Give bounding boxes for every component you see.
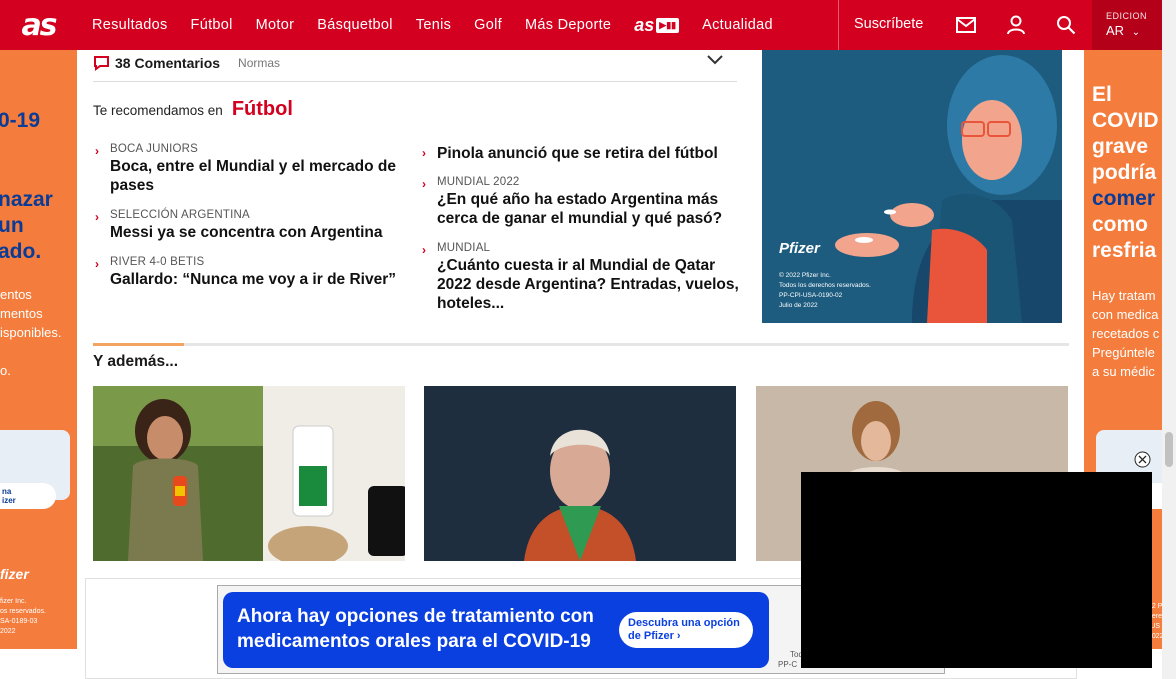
- edition-label: EDICION: [1106, 11, 1148, 21]
- mail-icon[interactable]: [955, 14, 977, 36]
- edition-value: AR ⌄: [1106, 23, 1141, 38]
- nav-motor[interactable]: Motor: [256, 17, 295, 33]
- recommend-heading: Te recomendamos en Fútbol: [93, 98, 293, 121]
- left-ad-text-3: isponibles.: [0, 325, 62, 340]
- left-ad-text-5: o.: [0, 363, 11, 378]
- pfizer-logo: Pfizer: [779, 240, 820, 257]
- left-ad-text-2: mentos: [0, 306, 43, 321]
- chevron-down-icon[interactable]: [707, 55, 723, 65]
- left-ad-headline-6: ado.: [0, 240, 42, 263]
- left-ad-headline-1: 0-19: [0, 109, 41, 132]
- scrollbar-thumb[interactable]: [1165, 432, 1173, 467]
- recommend-kicker: MUNDIAL: [437, 242, 491, 254]
- right-ad-head-3: grave: [1092, 135, 1149, 158]
- page: as Resultados Fútbol Motor Básquetbol Te…: [0, 0, 1176, 679]
- ad-legal-text: © 2022 Pfizer Inc. Todos los derechos re…: [779, 272, 871, 309]
- right-ad-text-2: con medica: [1092, 307, 1159, 322]
- recommend-list-right: › Pinola anunció que se retira del fútbo…: [420, 144, 740, 326]
- nav-basquetbol[interactable]: Básquetbol: [317, 17, 393, 33]
- top-navigation-bar: as Resultados Fútbol Motor Básquetbol Te…: [0, 0, 1162, 50]
- bottom-banner-ad[interactable]: Ahora hay opciones de tratamiento con me…: [223, 592, 769, 668]
- recommend-label: Te recomendamos en: [93, 103, 223, 118]
- right-ad-text-5: a su médic: [1092, 364, 1155, 379]
- video-player[interactable]: [801, 472, 1152, 668]
- section-divider-accent: [93, 343, 184, 346]
- right-ad-head-2: COVID: [1092, 109, 1159, 132]
- recommend-kicker: SELECCIÓN ARGENTINA: [110, 209, 250, 221]
- close-icon[interactable]: [1134, 451, 1151, 468]
- left-ad-headline-5: un: [0, 214, 24, 237]
- right-ad-head-4: podría: [1092, 161, 1157, 184]
- chevron-right-icon: ›: [422, 177, 426, 191]
- chevron-down-icon: ⌄: [1131, 27, 1141, 38]
- recommend-kicker: RIVER 4-0 BETIS: [110, 256, 205, 268]
- also-heading: Y además...: [93, 353, 179, 370]
- recommend-item[interactable]: › MUNDIAL ¿Cuánto cuesta ir al Mundial d…: [420, 241, 740, 313]
- nav-resultados[interactable]: Resultados: [92, 17, 168, 33]
- repellent-photo: [93, 386, 405, 561]
- comments-count[interactable]: 38 Comentarios: [115, 55, 220, 71]
- recommend-section-link[interactable]: Fútbol: [232, 98, 293, 121]
- right-ad-text-4: Pregúntele: [1092, 345, 1155, 360]
- edition-selector[interactable]: EDICION AR ⌄: [1092, 0, 1162, 50]
- as-logo[interactable]: as: [0, 0, 77, 50]
- recommend-kicker: BOCA JUNIORS: [110, 143, 199, 155]
- recommend-headline[interactable]: ¿Cuánto cuesta ir al Mundial de Qatar 20…: [437, 256, 740, 313]
- left-ad-legal: fizer Inc. os reservados. SA-0189-03 2022: [0, 598, 46, 635]
- nav-actualidad[interactable]: Actualidad: [702, 17, 773, 33]
- nav-futbol[interactable]: Fútbol: [191, 17, 233, 33]
- pfizer-display-ad[interactable]: Pfizer © 2022 Pfizer Inc. Todos los dere…: [762, 50, 1062, 323]
- subscribe-link[interactable]: Suscríbete: [854, 16, 923, 32]
- left-side-ad[interactable]: 0-19 nazar un ado. entos mentos isponibl…: [0, 50, 77, 649]
- nav-golf[interactable]: Golf: [474, 17, 502, 33]
- right-ad-text-3: recetados c: [1092, 326, 1160, 341]
- recommend-item[interactable]: › SELECCIÓN ARGENTINA Messi ya se concen…: [93, 208, 408, 242]
- comments-rules-link[interactable]: Normas: [238, 56, 280, 70]
- user-icon[interactable]: [1005, 14, 1027, 36]
- right-ad-head-5: comer: [1092, 187, 1156, 210]
- right-ad-head-7: resfria: [1092, 239, 1157, 262]
- chevron-right-icon: ›: [95, 210, 99, 224]
- recommend-headline[interactable]: Pinola anunció que se retira del fútbol: [437, 144, 740, 163]
- right-ad-head-6: como: [1092, 213, 1149, 236]
- recommend-kicker: MUNDIAL 2022: [437, 176, 520, 188]
- recommend-item[interactable]: › BOCA JUNIORS Boca, entre el Mundial y …: [93, 142, 408, 195]
- play-icon: ▶▮▮: [656, 17, 680, 33]
- author-portrait-photo: [424, 386, 736, 561]
- left-ad-cta-button[interactable]: na izer: [0, 483, 56, 509]
- asplay-wordmark: as: [634, 14, 655, 35]
- chevron-right-icon: ›: [422, 146, 426, 160]
- comment-icon: [94, 55, 109, 71]
- nav-divider: [838, 0, 839, 50]
- nav-asplay-logo[interactable]: as ▶▮▮: [634, 14, 680, 36]
- section-divider: [93, 343, 1069, 346]
- search-icon[interactable]: [1055, 14, 1077, 36]
- bottom-ad-headline: Ahora hay opciones de tratamiento con me…: [237, 606, 594, 652]
- nav-mas-deporte[interactable]: Más Deporte: [525, 17, 611, 33]
- recommend-item[interactable]: › Pinola anunció que se retira del fútbo…: [420, 144, 740, 163]
- bottom-ad-cta-button[interactable]: Descubra una opción de Pfizer ›: [619, 612, 753, 648]
- recommend-headline[interactable]: ¿En qué año ha estado Argentina más cerc…: [437, 190, 740, 228]
- left-ad-brand: fizer: [0, 566, 29, 582]
- main-nav: Resultados Fútbol Motor Básquetbol Tenis…: [92, 0, 796, 50]
- chevron-right-icon: ›: [676, 630, 681, 642]
- article-card-image-repellent[interactable]: [93, 386, 405, 561]
- recommend-headline[interactable]: Messi ya se concentra con Argentina: [110, 223, 408, 242]
- chevron-right-icon: ›: [422, 243, 426, 257]
- recommend-item[interactable]: › MUNDIAL 2022 ¿En qué año ha estado Arg…: [420, 175, 740, 228]
- page-scrollbar[interactable]: [1162, 0, 1176, 679]
- left-ad-text-1: entos: [0, 287, 32, 302]
- recommend-headline[interactable]: Boca, entre el Mundial y el mercado de p…: [110, 157, 408, 195]
- article-card-image-author[interactable]: [424, 386, 736, 561]
- chevron-right-icon: ›: [95, 144, 99, 158]
- right-ad-text-1: Hay tratam: [1092, 288, 1156, 303]
- left-ad-headline-4: nazar: [0, 188, 53, 211]
- recommend-item[interactable]: › RIVER 4-0 BETIS Gallardo: “Nunca me vo…: [93, 255, 408, 289]
- nav-tenis[interactable]: Tenis: [416, 17, 451, 33]
- recommend-headline[interactable]: Gallardo: “Nunca me voy a ir de River”: [110, 270, 408, 289]
- recommend-list-left: › BOCA JUNIORS Boca, entre el Mundial y …: [93, 142, 408, 302]
- bottom-ad-legal: Tod PP-C: [778, 650, 803, 669]
- right-ad-head-1: El: [1092, 83, 1112, 106]
- chevron-right-icon: ›: [95, 257, 99, 271]
